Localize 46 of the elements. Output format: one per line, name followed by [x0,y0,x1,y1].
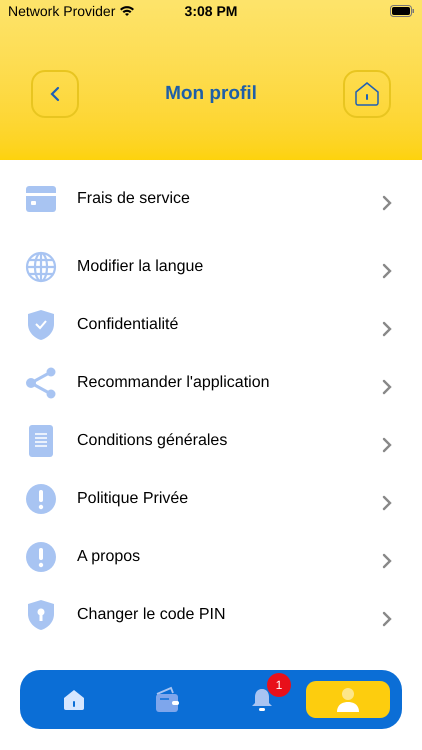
tab-button[interactable] [306,681,390,718]
keyhole-shield-icon [27,599,55,631]
battery-icon [390,5,414,17]
menu-item[interactable]: Changer le code PIN [0,586,422,644]
menu-item[interactable]: Recommander l'application [0,354,422,412]
share-icon [25,367,57,399]
person-icon [336,686,360,712]
menu-label: Modifier la langue [77,257,204,277]
globe-icon [25,251,57,283]
menu-label: Conditions générales [77,431,228,451]
menu-item[interactable]: Modifier la langue [0,238,422,296]
menu-item[interactable]: Frais de service [0,170,422,228]
home-icon [63,688,85,710]
carrier-name: Network Provider [8,2,116,20]
menu-label: Frais de service [77,189,191,209]
menu-item[interactable]: Confidentialité [0,296,422,354]
menu-label: Recommander l'application [77,373,270,393]
chevron-right-icon [382,195,392,211]
page-title: Mon profil [165,82,257,106]
menu-label: Confidentialité [77,315,180,335]
menu-label: A propos [77,547,142,567]
home-icon [353,80,381,108]
status-time: 3:08 PM [184,2,238,20]
chevron-right-icon [382,553,392,569]
menu-label: Politique Privée [77,489,190,509]
wallet-icon [154,686,182,714]
chevron-right-icon [382,321,392,337]
chevron-right-icon [382,379,392,395]
menu-item[interactable]: A propos [0,528,422,586]
exclamation-icon [25,483,57,515]
wifi-icon [119,5,136,17]
chevron-right-icon [382,263,392,279]
bell-icon [251,686,273,712]
exclamation-icon [25,541,57,573]
chevron-right-icon [382,437,392,453]
chevron-left-icon [50,86,60,102]
notification-badge: 1 [267,673,291,697]
chevron-right-icon [382,495,392,511]
menu-item[interactable]: Conditions générales [0,412,422,470]
chevron-right-icon [382,611,392,627]
shield-icon [27,309,55,341]
menu-label: Changer le code PIN [77,605,227,625]
document-icon [29,425,53,457]
menu-item[interactable]: Politique Privée [0,470,422,528]
card-icon [25,185,57,213]
home-button[interactable] [343,70,391,118]
